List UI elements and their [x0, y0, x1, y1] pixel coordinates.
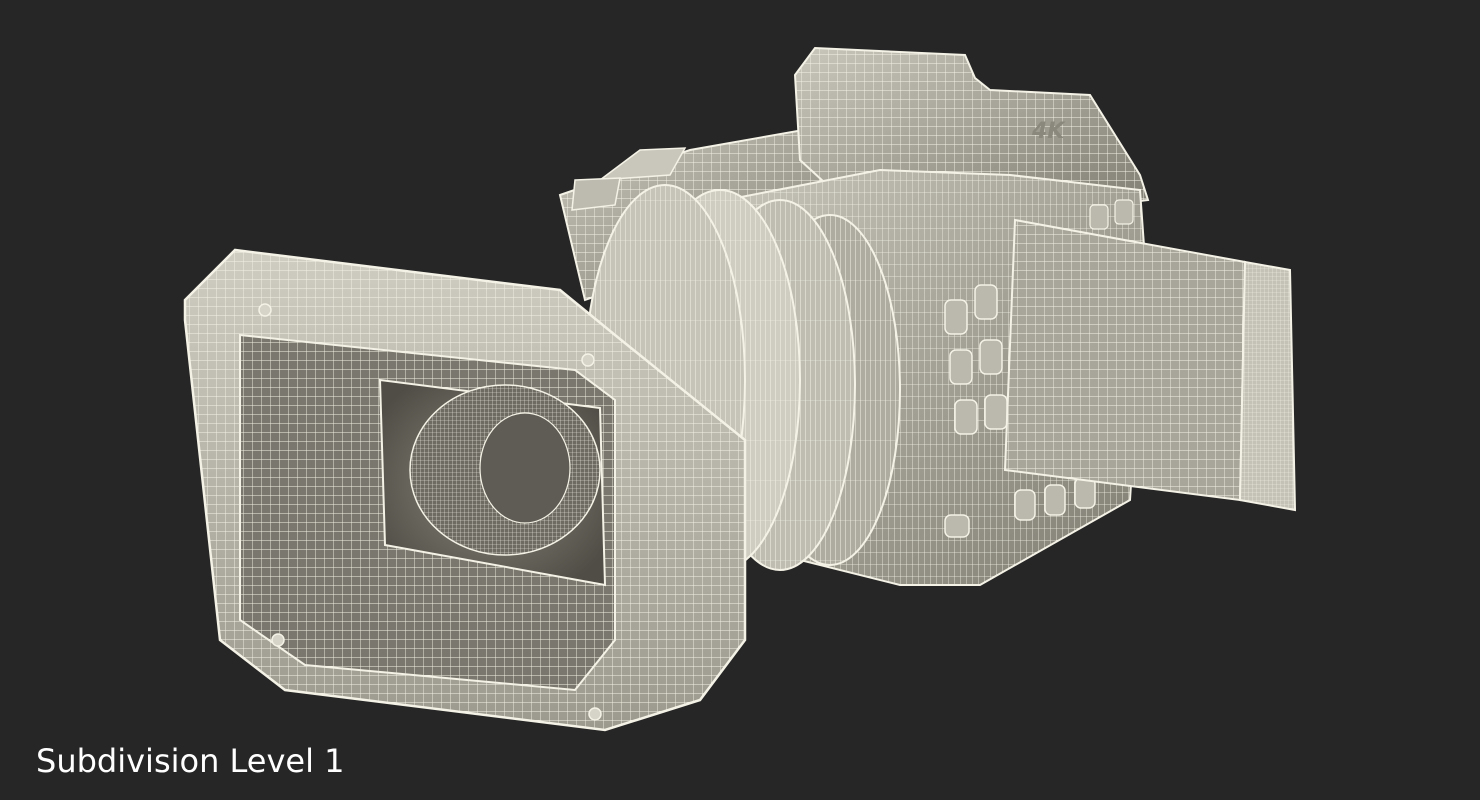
- subdivision-level-caption: Subdivision Level 1: [36, 742, 345, 780]
- 4k-decal: 4K: [1031, 119, 1066, 144]
- lcd-screen-panel: [1003, 218, 1297, 512]
- render-viewport: 4K Subdivision Level 1: [0, 0, 1480, 800]
- camcorder-wireframe-render: 4K: [183, 46, 1297, 732]
